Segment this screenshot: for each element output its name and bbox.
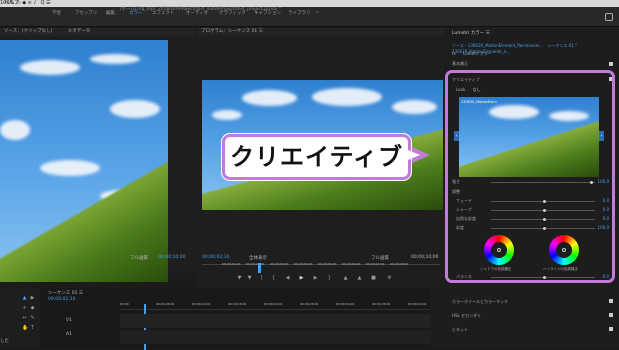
ruler-tick: 00;00;02;00 bbox=[246, 262, 265, 266]
ws-tab-assembly[interactable]: アセンブリ bbox=[75, 10, 97, 16]
ws-tab-more[interactable]: » bbox=[316, 10, 319, 15]
track-a1[interactable] bbox=[120, 330, 440, 344]
ruler-tick: 00;00;10;00 bbox=[192, 302, 211, 306]
ruler-tick: 00;00;07;00 bbox=[366, 262, 385, 266]
type-tool-icon[interactable]: T bbox=[30, 326, 35, 331]
menu-help[interactable]: ヘルプ bbox=[4, 0, 19, 7]
wheel-handle-icon[interactable] bbox=[497, 248, 501, 252]
tools-panel: ▲ ▶ + ◆ ↔ ✎ ✋ T した bbox=[0, 288, 40, 348]
mark-in-icon[interactable]: ▼ bbox=[237, 276, 242, 281]
settings-icon[interactable]: ⚙ bbox=[387, 276, 392, 281]
prev-frame-icon[interactable]: ◀ bbox=[285, 276, 290, 281]
vignette-section[interactable]: ビネット bbox=[452, 327, 615, 333]
play-icon[interactable]: ▶ bbox=[299, 276, 304, 281]
ws-tab-audio[interactable]: オーディオ bbox=[186, 10, 208, 16]
timeline-timecode: 00;00;02;10 bbox=[48, 297, 76, 302]
menubar: ヘルプ 100% ▭ ◆ ≋ ♪ Q ☰ bbox=[0, 0, 619, 7]
basic-section-header[interactable]: 基本補正 bbox=[452, 61, 615, 67]
vignette-checkbox[interactable] bbox=[609, 327, 613, 331]
track-v1-label: V1 bbox=[66, 318, 72, 323]
timeline-panel: ▲ ▶ + ◆ ↔ ✎ ✋ T した シーケンス 01 ☰ 00;00;02;1… bbox=[0, 288, 445, 350]
track-v1[interactable] bbox=[120, 314, 440, 328]
color-wheels-section[interactable]: カラーホイールとカラーマッチ bbox=[452, 299, 615, 305]
track-select-icon[interactable]: ▶ bbox=[30, 296, 35, 301]
callout-box: クリエイティブ bbox=[222, 134, 411, 180]
selection-tool-icon[interactable]: ▲ bbox=[22, 296, 27, 301]
metadata-tab[interactable]: メタデータ bbox=[68, 29, 91, 34]
track-a1-label: A1 bbox=[66, 332, 72, 337]
camera-icon[interactable]: ■ bbox=[371, 276, 376, 281]
ruler-tick: 00;00 bbox=[120, 302, 129, 306]
ruler-tick: 00;00;35;00 bbox=[372, 302, 391, 306]
ruler-tick: 00;00;30;00 bbox=[336, 302, 355, 306]
callout-text: クリエイティブ bbox=[229, 143, 404, 171]
ruler-tick: 00;00;05;00 bbox=[318, 262, 337, 266]
program-ruler[interactable]: 00;00;01;00 00;00;02;00 00;00;03;00 00;0… bbox=[202, 262, 440, 273]
color-wheels-checkbox[interactable] bbox=[609, 299, 613, 303]
source-monitor: ソース：(クリップなし) メタデータ フル画質 00;00;10;00 bbox=[0, 28, 196, 282]
ws-tab-edit[interactable]: 編集 bbox=[106, 10, 115, 16]
callout-pointer-inner bbox=[408, 150, 420, 160]
fx-badge: fx bbox=[452, 51, 456, 56]
mark-out-icon[interactable]: ▼ bbox=[247, 276, 252, 281]
workspace-bar: /ホーム/Tilg_mpr_2018/Dir/Project/test_suit… bbox=[0, 7, 619, 27]
ruler-tick: 00;00;01;00 bbox=[222, 262, 241, 266]
timeline-ruler[interactable]: 00;00 00;00;05;00 00;00;10;00 00;00;15;0… bbox=[120, 302, 440, 350]
bottom-left-label: した bbox=[0, 339, 9, 344]
ripple-tool-icon[interactable]: + bbox=[22, 306, 27, 311]
hsl-section[interactable]: HSL セカンダリ bbox=[452, 313, 615, 319]
source-fit[interactable]: フル画質 bbox=[130, 255, 148, 261]
audio-meters bbox=[430, 288, 445, 348]
next-frame-icon[interactable]: ▶ bbox=[313, 276, 318, 281]
ws-tab-learn[interactable]: 学習 bbox=[52, 10, 61, 16]
ruler-tick: 00;00;20;00 bbox=[264, 302, 283, 306]
pen-tool-icon[interactable]: ✎ bbox=[30, 316, 35, 321]
creative-highlight-frame bbox=[445, 70, 615, 283]
clip-effect-label[interactable]: Lumetri カラー bbox=[463, 51, 492, 56]
extract-icon[interactable]: ▲ bbox=[357, 276, 362, 281]
ruler-tick: 00;00;08;00 bbox=[390, 262, 409, 266]
ws-tab-effects[interactable]: エフェクト bbox=[152, 10, 175, 16]
playhead[interactable] bbox=[258, 263, 261, 273]
source-frame bbox=[0, 40, 168, 282]
program-fit[interactable]: 全体表示 bbox=[249, 255, 267, 261]
hsl-checkbox[interactable] bbox=[609, 313, 613, 317]
ruler-tick: 00;00;05;00 bbox=[156, 302, 175, 306]
program-quality[interactable]: フル画質 bbox=[371, 255, 389, 261]
ruler-tick: 00;00;04;00 bbox=[294, 262, 313, 266]
lumetri-clip-row: fx Lumetri カラー bbox=[452, 51, 615, 57]
ws-tab-color[interactable]: カラー bbox=[129, 10, 143, 16]
ruler-tick: 00;00;25;00 bbox=[300, 302, 319, 306]
ws-tab-graphics[interactable]: グラフィック bbox=[219, 10, 246, 16]
program-tab[interactable]: プログラム：シーケンス 01 ☰ bbox=[197, 28, 445, 36]
menubar-search[interactable]: Q ☰ bbox=[41, 0, 51, 7]
lumetri-tab[interactable]: Lumetri カラー ☰ bbox=[452, 30, 615, 36]
program-timecode: 00;00;02;10 bbox=[202, 255, 230, 260]
source-clip-name[interactable]: ソース・130630_MotionElement_flw-movem... bbox=[452, 43, 543, 48]
source-timecode: 00;00;10;00 bbox=[158, 255, 186, 260]
ruler-tick: 00;00;15;00 bbox=[228, 302, 247, 306]
timeline-tab[interactable]: シーケンス 01 ☰ bbox=[48, 290, 83, 296]
basic-enable-checkbox[interactable] bbox=[609, 62, 613, 66]
source-tab-row: ソース：(クリップなし) メタデータ bbox=[0, 28, 196, 36]
export-icon[interactable] bbox=[605, 13, 613, 21]
lift-icon[interactable]: ▲ bbox=[343, 276, 348, 281]
ruler-tick: 00;00;03;00 bbox=[270, 262, 289, 266]
ruler-tick: 00;00;40;00 bbox=[408, 302, 427, 306]
slip-tool-icon[interactable]: ↔ bbox=[22, 316, 27, 321]
hand-tool-icon[interactable]: ✋ bbox=[22, 326, 28, 331]
transport-controls: ▼ ▼ | { ◀ ▶ ▶ } ▲ ▲ ■ ⚙ bbox=[237, 276, 407, 284]
wheel-handle-icon[interactable] bbox=[562, 248, 566, 252]
go-out-icon[interactable]: } bbox=[327, 276, 332, 281]
razor-tool-icon[interactable]: ◆ bbox=[30, 306, 35, 311]
ruler-tick: 00;00;06;00 bbox=[342, 262, 361, 266]
program-duration: 00;00;10;00 bbox=[411, 255, 439, 260]
ws-tab-libraries[interactable]: ライブラリ bbox=[288, 10, 311, 16]
go-in-icon[interactable]: { bbox=[271, 276, 276, 281]
ws-tab-captions[interactable]: キャプション bbox=[254, 10, 281, 16]
source-tab[interactable]: ソース：(クリップなし) bbox=[4, 29, 52, 34]
step-back-icon[interactable]: | bbox=[259, 276, 264, 281]
